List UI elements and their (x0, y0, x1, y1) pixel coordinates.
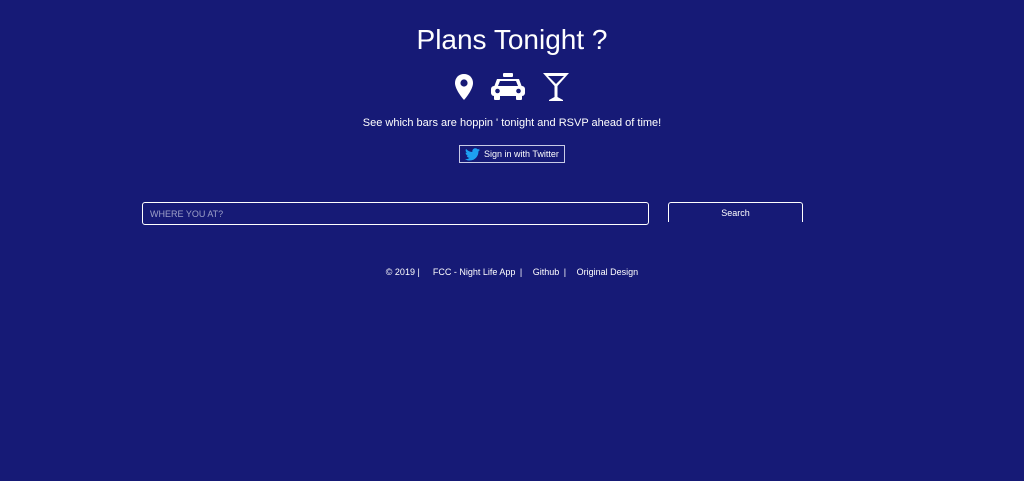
map-marker-icon (454, 73, 474, 101)
tagline: See which bars are hoppin ' tonight and … (362, 117, 662, 129)
search-button[interactable]: Search (668, 202, 803, 222)
twitter-signin-label: Sign in with Twitter (484, 149, 559, 159)
landing-page: Plans Tonight ? See which bars are hoppi… (0, 0, 1024, 481)
twitter-signin-button[interactable]: Sign in with Twitter (459, 145, 565, 163)
feature-icons (0, 72, 1024, 102)
footer-link-fcc-app[interactable]: FCC - Night Life App (433, 267, 516, 277)
footer: © 2019 | FCC - Night Life App | Github |… (0, 266, 1024, 278)
footer-copyright: © 2019 | (385, 267, 420, 277)
cocktail-icon (542, 72, 570, 102)
footer-link-github[interactable]: Github (533, 267, 560, 277)
footer-separator: | (563, 267, 567, 277)
footer-link-original-design[interactable]: Original Design (577, 267, 639, 277)
twitter-bird-icon (465, 147, 480, 161)
taxi-icon (490, 72, 526, 102)
location-search-input[interactable] (142, 202, 649, 225)
page-title: Plans Tonight ? (416, 24, 608, 55)
footer-separator: | (519, 267, 523, 277)
